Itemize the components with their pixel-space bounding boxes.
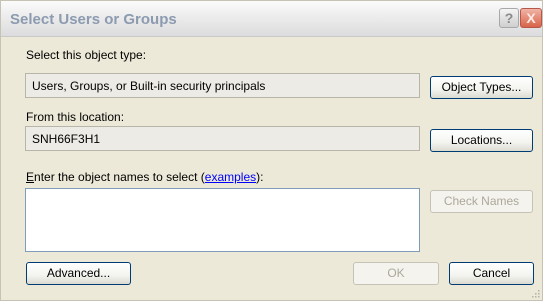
location-field: SNH66F3H1 xyxy=(25,126,420,151)
object-type-field: Users, Groups, or Built-in security prin… xyxy=(25,73,420,98)
close-icon: X xyxy=(526,10,536,26)
examples-link[interactable]: examples xyxy=(205,170,256,184)
object-names-input[interactable] xyxy=(25,188,420,252)
dialog-title: Select Users or Groups xyxy=(10,11,177,28)
ok-button[interactable]: OK xyxy=(353,262,439,285)
object-names-mnemonic: E xyxy=(26,170,35,184)
cancel-button-label: Cancel xyxy=(472,266,511,280)
object-type-label: Select this object type: xyxy=(26,48,147,62)
locations-button-label: Locations... xyxy=(450,133,513,147)
close-button[interactable]: X xyxy=(520,8,542,28)
ok-button-label: OK xyxy=(387,266,405,280)
title-bar[interactable]: Select Users or Groups ? X xyxy=(1,1,542,37)
check-names-button-label: Check Names xyxy=(443,194,520,208)
object-type-value: Users, Groups, or Built-in security prin… xyxy=(32,79,266,93)
advanced-button[interactable]: Advanced... xyxy=(26,262,131,285)
help-icon: ? xyxy=(504,10,514,26)
object-names-label-end: ): xyxy=(256,170,264,184)
cancel-button[interactable]: Cancel xyxy=(449,262,534,285)
object-types-button[interactable]: Object Types... xyxy=(430,76,533,99)
object-names-label: Enter the object names to select (exampl… xyxy=(26,170,263,184)
locations-button[interactable]: Locations... xyxy=(430,129,533,152)
location-label: From this location: xyxy=(26,110,125,124)
object-names-label-text: nter the object names to select ( xyxy=(34,170,205,184)
location-value: SNH66F3H1 xyxy=(32,132,101,146)
select-users-dialog: Select Users or Groups ? X Select this o… xyxy=(0,0,543,301)
object-types-button-label: Object Types... xyxy=(441,80,522,94)
resize-grip-icon[interactable] xyxy=(530,288,540,298)
check-names-button[interactable]: Check Names xyxy=(430,190,533,213)
advanced-button-label: Advanced... xyxy=(46,266,111,280)
help-button[interactable]: ? xyxy=(499,8,519,28)
